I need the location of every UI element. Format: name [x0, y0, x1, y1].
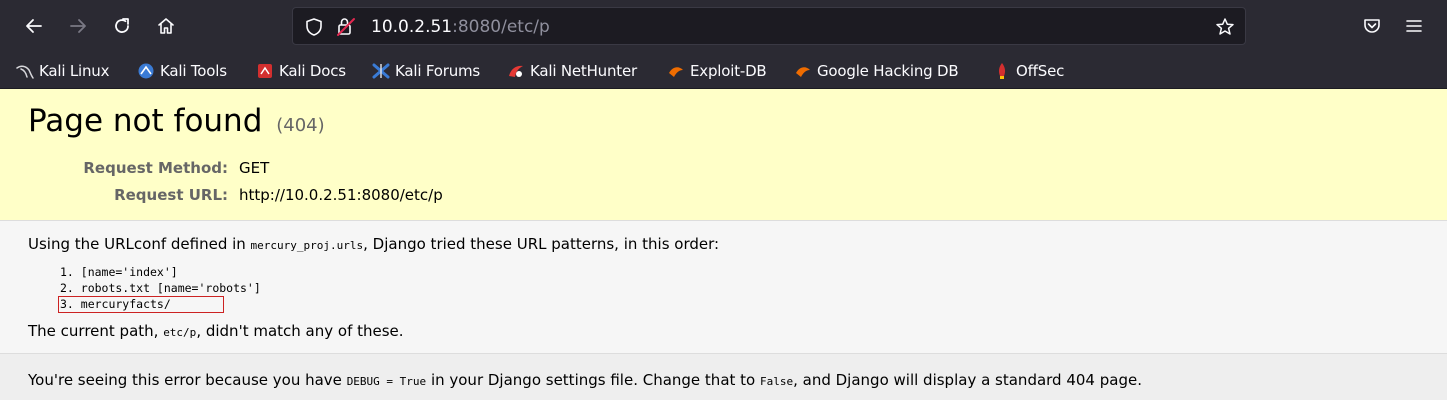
- shield-icon[interactable]: [305, 17, 323, 37]
- request-method-value: GET: [239, 159, 270, 177]
- page-title: Page not found (404): [28, 103, 325, 139]
- bookmark-label: OffSec: [1016, 62, 1065, 80]
- page-title-text: Page not found: [28, 103, 263, 139]
- kali-dragon-icon: [16, 65, 34, 79]
- current-path-line: The current path, etc/p, didn't match an…: [28, 322, 404, 340]
- urlconf-line: Using the URLconf defined in mercury_pro…: [28, 235, 719, 253]
- explanation-middle: in your Django settings file. Change tha…: [426, 371, 760, 389]
- bookmark-label: Exploit-DB: [690, 62, 767, 80]
- status-code: (404): [276, 115, 325, 136]
- request-url-label: Request URL:: [114, 186, 228, 204]
- current-path: etc/p: [163, 326, 197, 339]
- bookmark-kali-nethunter[interactable]: Kali NetHunter: [507, 60, 637, 82]
- url-pattern-item: 1. [name='index']: [60, 265, 178, 279]
- forward-icon: [70, 19, 86, 33]
- explanation-suffix: , and Django will display a standard 404…: [793, 371, 1142, 389]
- info-section: Using the URLconf defined in mercury_pro…: [0, 221, 1447, 354]
- explanation-text: You're seeing this error because you hav…: [28, 371, 1142, 389]
- bookmark-exploit-db[interactable]: Exploit-DB: [667, 60, 767, 82]
- urlconf-prefix: Using the URLconf defined in: [28, 235, 251, 253]
- request-url-value: http://10.0.2.51:8080/etc/p: [239, 186, 443, 204]
- explanation-section: You're seeing this error because you hav…: [0, 354, 1447, 400]
- bookmark-label: Kali Linux: [39, 62, 110, 80]
- request-method-label: Request Method:: [83, 159, 228, 177]
- lock-warning-icon[interactable]: [335, 16, 357, 38]
- current-path-suffix: , didn't match any of these.: [196, 322, 404, 340]
- false-value: False: [759, 375, 794, 388]
- star-icon[interactable]: [1215, 17, 1235, 37]
- bookmark-kali-linux[interactable]: Kali Linux: [16, 60, 109, 82]
- address-bar[interactable]: 10.0.2.51:8080/etc/p: [292, 7, 1246, 45]
- urlconf-suffix: , Django tried these URL patterns, in th…: [363, 235, 720, 253]
- home-button[interactable]: [150, 10, 182, 42]
- current-path-prefix: The current path,: [28, 322, 164, 340]
- url-pattern-item: 2. robots.txt [name='robots']: [60, 281, 261, 295]
- bookmark-label: Google Hacking DB: [817, 62, 959, 80]
- pocket-icon: [1364, 19, 1380, 33]
- url-text[interactable]: 10.0.2.51:8080/etc/p: [371, 16, 550, 38]
- urlconf-module: mercury_proj.urls: [250, 239, 364, 252]
- bookmarks-toolbar: Kali Linux Kali Tools Kali Docs Kali For…: [0, 52, 1447, 89]
- kali-tools-icon: [138, 63, 154, 79]
- kali-nethunter-icon: [509, 65, 523, 77]
- bookmark-kali-forums[interactable]: Kali Forums: [372, 60, 480, 82]
- exploit-db-icon: [669, 67, 683, 77]
- bookmark-kali-docs[interactable]: Kali Docs: [256, 60, 346, 82]
- bookmark-label: Kali Forums: [395, 62, 481, 80]
- browser-toolbar: 10.0.2.51:8080/etc/p: [0, 0, 1447, 52]
- bookmark-label: Kali NetHunter: [530, 62, 637, 80]
- error-summary: Page not found (404) Request Method: GET…: [0, 89, 1447, 221]
- kali-docs-icon: [258, 64, 272, 78]
- bookmark-kali-tools[interactable]: Kali Tools: [137, 60, 227, 82]
- menu-button[interactable]: [1398, 10, 1430, 42]
- ghdb-icon: [796, 67, 810, 77]
- menu-icon: [1406, 20, 1422, 32]
- forward-button[interactable]: [62, 10, 94, 42]
- home-icon: [158, 18, 174, 34]
- bookmark-google-hacking-db[interactable]: Google Hacking DB: [794, 60, 959, 82]
- reload-icon: [115, 18, 129, 33]
- debug-setting: DEBUG = True: [346, 375, 427, 388]
- offsec-icon: [998, 63, 1006, 79]
- reload-button[interactable]: [106, 10, 138, 42]
- pocket-button[interactable]: [1356, 10, 1388, 42]
- bookmark-label: Kali Tools: [160, 62, 227, 80]
- highlight-annotation-box: [58, 296, 224, 313]
- bookmark-label: Kali Docs: [279, 62, 346, 80]
- url-path: :8080/etc/p: [452, 17, 550, 37]
- bookmark-offsec[interactable]: OffSec: [993, 60, 1064, 82]
- back-icon: [26, 19, 42, 33]
- kali-forums-icon: [372, 63, 390, 79]
- explanation-prefix: You're seeing this error because you hav…: [28, 371, 347, 389]
- url-host: 10.0.2.51: [371, 17, 453, 37]
- back-button[interactable]: [18, 10, 50, 42]
